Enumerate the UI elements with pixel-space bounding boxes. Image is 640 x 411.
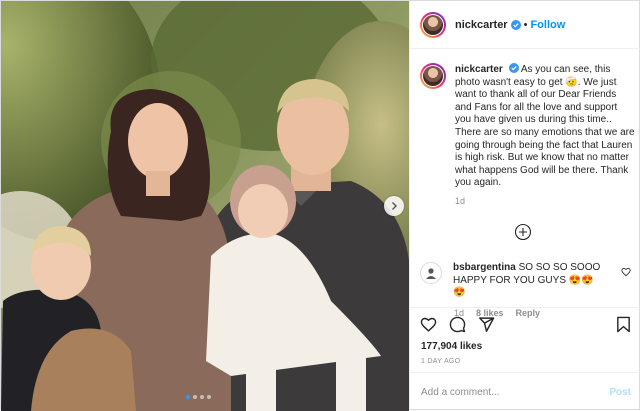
verified-badge-icon [510,19,521,30]
verified-badge-icon [508,63,519,73]
post-actions-section: 177,904 likes 1 DAY AGO [410,307,640,365]
caption-username[interactable]: nickcarter [455,64,503,75]
likes-count-link[interactable]: 177,904 likes [421,341,482,352]
share-button[interactable] [478,316,495,338]
next-photo-button[interactable] [384,196,404,216]
chevron-right-icon [392,202,397,210]
comment-item: bsbargentina SO SO SO SOOO HAPPY FOR YOU… [420,262,635,318]
post-caption: nickcarter As you can see, this photo wa… [420,63,635,206]
comment-icon [449,316,466,333]
comment-text-block: bsbargentina SO SO SO SOOO HAPPY FOR YOU… [453,262,603,300]
carousel-dot-3 [200,395,204,399]
post-photo[interactable] [1,1,409,411]
comment-button[interactable] [449,316,466,338]
post-comment-button[interactable]: Post [609,387,631,398]
post-side-panel: nickcarter • Follow nickcarter As you ca… [409,1,640,411]
action-buttons [420,316,495,338]
carousel-dot-4 [207,395,211,399]
author-username[interactable]: nickcarter [455,19,508,31]
comment-input[interactable] [421,386,610,398]
follow-button[interactable]: Follow [530,19,565,31]
instagram-post: nickcarter • Follow nickcarter As you ca… [0,0,640,411]
like-button[interactable] [420,316,437,338]
comment-reply-button[interactable]: Reply [516,308,541,318]
family-photo-illustration [1,1,409,411]
caption-text: As you can see, this photo wasn't easy t… [455,64,635,189]
comment-heart-icon[interactable] [621,267,631,277]
carousel-indicator [186,395,211,399]
likes-label: likes [459,341,483,352]
caption-author-avatar[interactable] [420,63,446,89]
heart-icon [420,317,437,332]
carousel-dot-1 [186,395,190,399]
plus-circle-icon[interactable] [514,223,532,241]
author-avatar[interactable] [420,11,446,38]
commenter-username[interactable]: bsbargentina [453,262,516,273]
add-comment-bar: Post [410,372,640,411]
paper-plane-icon [479,317,495,332]
likes-count: 177,904 [421,341,458,352]
post-timestamp[interactable]: 1 DAY AGO [421,358,460,365]
commenter-avatar[interactable] [420,262,442,284]
caption-text-block: nickcarter As you can see, this photo wa… [455,63,635,190]
commenter-logo-icon [426,268,436,279]
caption-timestamp[interactable]: 1d [455,196,635,206]
bookmark-icon [617,316,630,333]
save-button[interactable] [616,316,631,338]
carousel-dot-2 [193,395,197,399]
post-header: nickcarter • Follow [410,1,640,49]
header-separator: • [523,18,528,31]
